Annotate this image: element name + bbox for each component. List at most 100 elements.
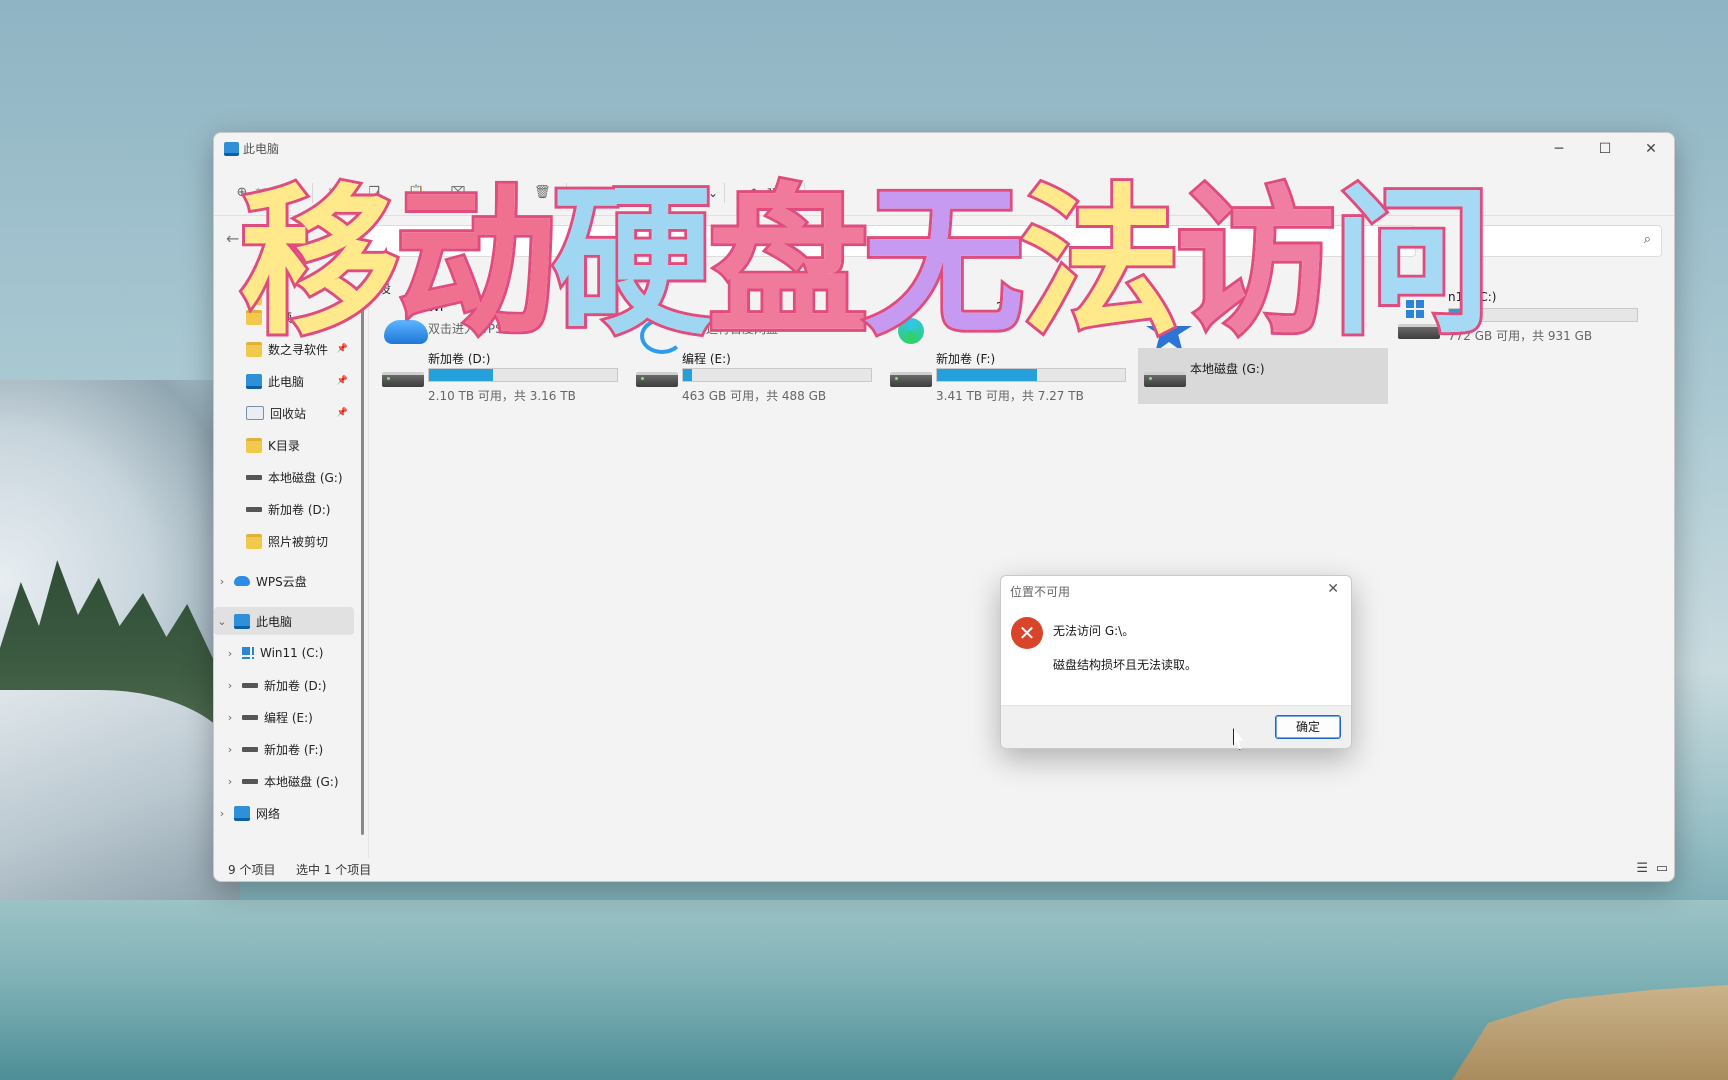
eject-button[interactable]: ⏏ 弹出 <box>746 181 791 205</box>
network-icon <box>234 805 250 821</box>
location-unavailable-dialog: 位置不可用 ✕ ✕ 无法访问 G:\。 磁盘结构损坏且无法读取。 确定 <box>1000 575 1352 749</box>
sidebar-item-label: 新加卷 (D:) <box>268 502 331 517</box>
tile-name: 新加卷 (D:) <box>428 352 491 366</box>
share-button[interactable]: ⇪ <box>492 181 508 205</box>
folder-icon <box>246 437 262 453</box>
usage-bar-fill <box>1449 309 1481 321</box>
sort-button[interactable]: ⇅ 排序 ⌄ <box>578 181 639 205</box>
chevron-right-icon[interactable]: › <box>222 679 238 692</box>
drive-led-icon <box>641 377 644 380</box>
tile-drive-c[interactable]: n11 (C:) 772 GB 可用，共 931 GB <box>1392 288 1642 344</box>
sidebar-item-drive-f[interactable]: › 新加卷 (F:) <box>214 735 354 763</box>
chevron-down-icon: ⌄ <box>708 186 719 200</box>
view-list-icon: ☰ <box>660 185 672 200</box>
tile-tencent[interactable]: 2 <box>884 298 1134 354</box>
dialog-detail: 磁盘结构损坏且无法读取。 <box>1053 658 1198 672</box>
dialog-message: 无法访问 G:\。 <box>1053 624 1135 638</box>
command-bar: ⊕ 新建 ⌄ ✂ ❐ 📋 ⌧ ⇪ 🗑 ⇅ 排序 ⌄ ☰ 查看 ⌄ ⏏ 弹出 ··… <box>214 169 1674 216</box>
toolbar-divider <box>724 183 725 203</box>
sidebar-item-this-pc[interactable]: ⌄ 此电脑 <box>214 607 354 635</box>
windows-logo-icon <box>1406 300 1424 318</box>
pc-icon <box>246 373 262 389</box>
chevron-right-icon[interactable]: › <box>222 647 238 660</box>
sidebar-item-this-pc-pinned[interactable]: 此电脑 📌 <box>214 367 354 395</box>
drive-icon <box>242 778 258 784</box>
windows-drive-icon <box>242 647 254 659</box>
folder-icon <box>246 341 262 357</box>
tile-subtitle: 463 GB 可用，共 488 GB <box>682 389 827 403</box>
tile-drive-g[interactable]: 本地磁盘 (G:) <box>1138 348 1388 404</box>
copy-icon: ❐ <box>368 185 380 200</box>
tile-subtitle: 2.10 TB 可用，共 3.16 TB <box>428 389 576 403</box>
maximize-button[interactable]: ☐ <box>1582 133 1628 165</box>
sort-label: 排序 <box>599 186 624 201</box>
close-button[interactable]: ✕ <box>1628 133 1674 165</box>
ok-button[interactable]: 确定 <box>1275 715 1341 739</box>
chevron-right-icon[interactable]: › <box>214 807 230 820</box>
drive-led-icon <box>1149 377 1152 380</box>
details-view-icon[interactable]: ☰ <box>1636 861 1648 876</box>
pane-divider[interactable] <box>368 268 369 858</box>
sidebar-item-wps-cloud[interactable]: › WPS云盘 <box>214 567 354 595</box>
chevron-down-icon: ⌄ <box>284 186 295 200</box>
close-icon[interactable]: ✕ <box>1327 581 1339 597</box>
tile-baidu-netdisk[interactable]: 双击运行百度网盘 <box>630 298 880 354</box>
tile-star-app[interactable] <box>1138 298 1388 354</box>
pc-icon <box>224 142 239 156</box>
chevron-down-icon[interactable]: ⌄ <box>214 615 230 628</box>
sidebar-item-label: 编程 (E:) <box>264 710 313 725</box>
sidebar-item-photos-cut[interactable]: 照片被剪切 <box>214 527 354 555</box>
sidebar-item-drive-c[interactable]: › Win11 (C:) <box>214 639 354 667</box>
tile-wps-cloud[interactable]: WP 双击进入WPS云盘 <box>376 298 626 354</box>
pc-icon <box>234 613 250 629</box>
sidebar-item-network[interactable]: › 网络 <box>214 805 354 821</box>
wallpaper-lake <box>0 900 1728 1080</box>
sidebar-item-k-dir[interactable]: K目录 <box>214 431 354 459</box>
delete-button[interactable]: 🗑 <box>534 181 551 205</box>
title-bar[interactable]: 此电脑 ─ ☐ ✕ <box>214 133 1674 165</box>
tile-drive-f[interactable]: 新加卷 (F:) 3.41 TB 可用，共 7.27 TB <box>884 348 1134 404</box>
rename-button[interactable]: ⌧ <box>450 181 466 205</box>
drive-led-icon <box>895 377 898 380</box>
error-icon: ✕ <box>1011 617 1043 649</box>
sort-icon: ⇅ <box>580 185 592 200</box>
paste-button[interactable]: 📋 <box>408 181 424 205</box>
new-button[interactable]: ⊕ 新建 ⌄ <box>234 181 295 205</box>
tile-drive-d[interactable]: 新加卷 (D:) 2.10 TB 可用，共 3.16 TB <box>376 348 626 404</box>
window-title: 此电脑 <box>243 142 280 156</box>
tiles-view-icon[interactable]: ▭ <box>1656 861 1668 876</box>
sidebar-item-videos[interactable]: 视频 📌 <box>214 303 354 331</box>
dialog-title: 位置不可用 <box>1010 585 1071 599</box>
search-box[interactable]: ⌕ <box>1464 225 1662 257</box>
sidebar-item-drive-e[interactable]: › 编程 (E:) <box>214 703 354 731</box>
copy-button[interactable]: ❐ <box>366 181 382 205</box>
back-arrow-icon[interactable]: ← <box>226 229 239 248</box>
sidebar-scrollbar[interactable] <box>361 295 364 835</box>
sidebar-item-recycle-bin[interactable]: 回收站 📌 <box>214 399 354 427</box>
star-app-icon <box>1146 312 1192 352</box>
section-header: 设 <box>378 282 392 297</box>
chevron-right-icon[interactable]: › <box>222 775 238 788</box>
folder-icon <box>246 309 262 325</box>
sidebar-item-drive-g[interactable]: 本地磁盘 (G:) <box>214 463 354 491</box>
view-label: 查看 <box>679 186 704 201</box>
recycle-bin-icon <box>246 406 264 420</box>
chevron-right-icon[interactable]: › <box>222 711 238 724</box>
sidebar-item-drive-d2[interactable]: › 新加卷 (D:) <box>214 671 354 699</box>
minimize-button[interactable]: ─ <box>1536 133 1582 165</box>
tencent-video-icon <box>898 318 924 344</box>
tile-drive-e[interactable]: 编程 (E:) 463 GB 可用，共 488 GB <box>630 348 880 404</box>
sidebar-item-drive-d[interactable]: 新加卷 (D:) <box>214 495 354 523</box>
sidebar-item-label: 本地磁盘 (G:) <box>264 774 339 789</box>
toolbar-divider <box>566 183 567 203</box>
chevron-right-icon[interactable]: › <box>222 743 238 756</box>
more-options-button[interactable]: ··· <box>818 181 832 205</box>
sidebar-item-software[interactable]: 数之寻软件 📌 <box>214 335 354 363</box>
cut-button[interactable]: ✂ <box>326 181 342 205</box>
trash-icon: 🗑 <box>534 185 551 200</box>
sidebar-item-label: 新加卷 (D:) <box>264 678 327 693</box>
sidebar-item-drive-g2[interactable]: › 本地磁盘 (G:) <box>214 767 354 795</box>
chevron-right-icon[interactable]: › <box>214 575 230 588</box>
view-button[interactable]: ☰ 查看 ⌄ <box>658 181 718 205</box>
address-bar[interactable] <box>364 225 1416 257</box>
